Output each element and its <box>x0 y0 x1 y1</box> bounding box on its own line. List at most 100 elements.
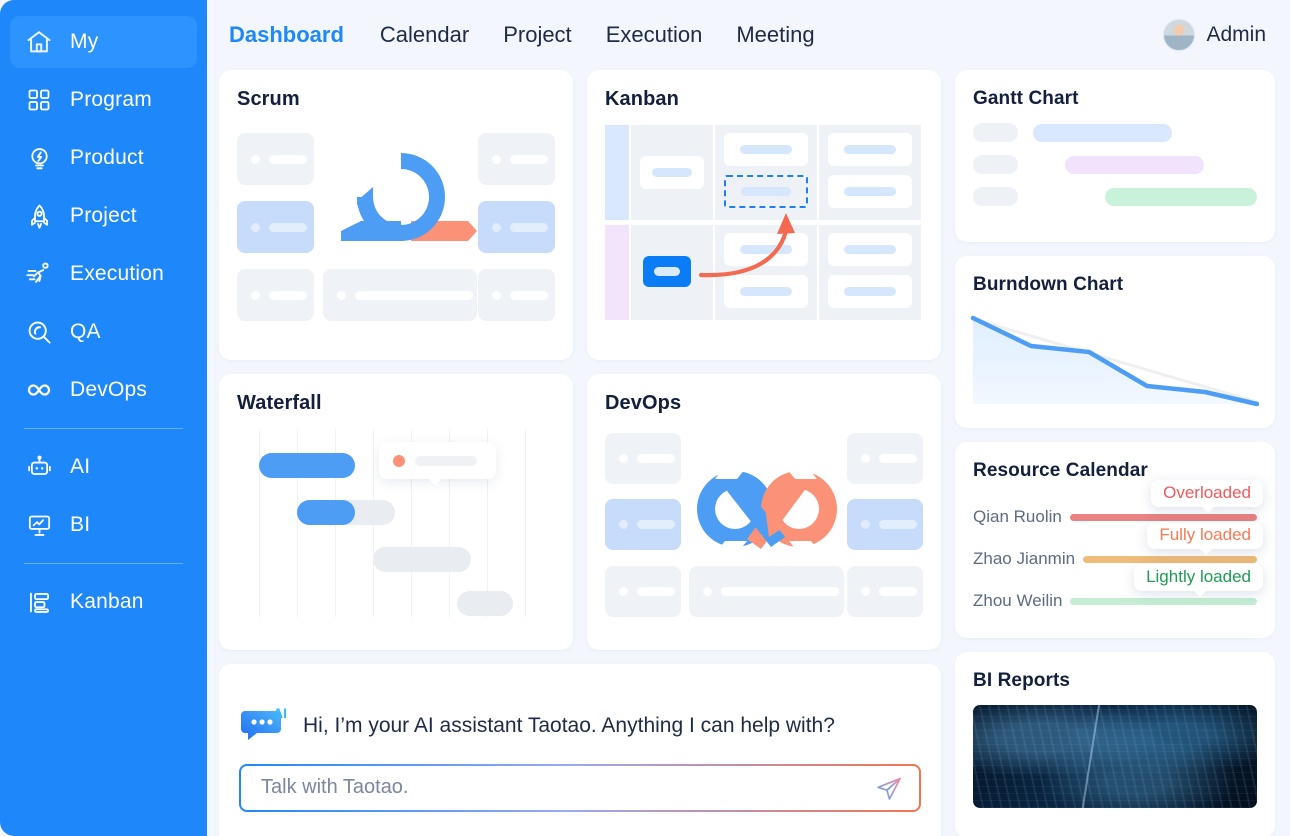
card-gantt-chart[interactable]: Gantt Chart <box>955 70 1275 242</box>
gridline <box>525 429 526 617</box>
waterfall-task-bar[interactable] <box>457 591 513 616</box>
card-resource-calendar[interactable]: Resource Calendar Qian Ruolin Overloaded… <box>955 442 1275 638</box>
kanban-column <box>631 225 713 320</box>
bar <box>415 455 477 466</box>
kanban-card[interactable] <box>724 275 808 308</box>
dot <box>251 154 260 164</box>
kanban-card[interactable] <box>640 156 704 189</box>
waterfall-task-progress <box>297 500 355 525</box>
user-menu[interactable]: Admin <box>1163 19 1270 51</box>
resource-load-bar <box>1070 597 1257 605</box>
scrum-illustration <box>237 127 555 323</box>
waterfall-tooltip <box>379 442 496 479</box>
bar <box>653 267 681 276</box>
ai-chat-input[interactable] <box>241 765 919 810</box>
sidebar-divider-2 <box>24 563 183 564</box>
resource-name: Qian Ruolin <box>973 507 1062 526</box>
placeholder-card <box>323 269 477 321</box>
sidebar-item-kanban[interactable]: Kanban <box>10 576 197 628</box>
gantt-row-label <box>973 123 1018 142</box>
right-column: Gantt Chart Burndown Chart Resource Cale… <box>955 70 1275 836</box>
sidebar-item-project[interactable]: Project <box>10 190 197 242</box>
sidebar-item-label: AI <box>70 455 91 478</box>
card-kanban[interactable]: Kanban <box>587 70 941 360</box>
kanban-drop-target[interactable] <box>724 175 808 208</box>
chart-board-icon <box>24 510 54 540</box>
kanban-card-dragging[interactable] <box>643 256 691 287</box>
infinity-icon <box>24 375 54 405</box>
gantt-rows <box>973 123 1257 206</box>
kanban-card[interactable] <box>828 275 912 308</box>
sidebar-item-product[interactable]: Product <box>10 132 197 184</box>
sidebar-item-label: My <box>70 30 99 53</box>
dot <box>251 222 260 232</box>
bar <box>721 587 839 596</box>
gantt-bar[interactable] <box>1065 155 1204 174</box>
milestone-dot-icon <box>393 454 405 467</box>
placeholder-card <box>847 566 923 617</box>
bi-dashboard-preview-image <box>973 705 1257 808</box>
dot <box>861 454 870 463</box>
kanban-card[interactable] <box>724 233 808 266</box>
kanban-card[interactable] <box>828 233 912 266</box>
resource-row: Zhou Weilin Lightly loaded <box>973 564 1263 622</box>
placeholder-card <box>478 269 555 321</box>
sidebar-item-bi[interactable]: BI <box>10 499 197 551</box>
gantt-row-label <box>973 155 1018 174</box>
placeholder-card <box>237 269 314 321</box>
card-bi-reports[interactable]: BI Reports <box>955 652 1275 836</box>
resource-load-bar <box>1083 555 1257 563</box>
dot <box>337 290 346 300</box>
placeholder-card <box>605 499 681 550</box>
card-title: DevOps <box>605 392 682 414</box>
bar <box>637 520 675 529</box>
waterfall-task-bar[interactable] <box>373 547 471 572</box>
tab-dashboard[interactable]: Dashboard <box>229 22 380 48</box>
kanban-column <box>715 125 817 220</box>
resource-name: Zhou Weilin <box>973 591 1063 610</box>
dot <box>861 520 870 529</box>
user-name: Admin <box>1206 23 1266 46</box>
kanban-card[interactable] <box>828 175 912 208</box>
placeholder-card <box>605 566 681 617</box>
bar <box>843 287 897 296</box>
placeholder-card <box>237 133 314 185</box>
kanban-illustration <box>605 125 923 325</box>
sidebar-item-qa[interactable]: QA <box>10 306 197 358</box>
bar <box>739 145 793 154</box>
sidebar-item-execution[interactable]: Execution <box>10 248 197 300</box>
resource-name: Zhao Jianmin <box>973 549 1076 568</box>
waterfall-task-bar[interactable] <box>259 453 355 478</box>
sidebar-item-label: Execution <box>70 262 165 285</box>
kanban-column <box>631 125 713 220</box>
sidebar-item-label: Project <box>70 204 137 227</box>
tab-project[interactable]: Project <box>503 22 605 48</box>
dot <box>251 290 260 300</box>
tab-calendar[interactable]: Calendar <box>380 22 503 48</box>
tab-execution[interactable]: Execution <box>606 22 737 48</box>
sidebar-item-label: Program <box>70 88 152 111</box>
card-title: Waterfall <box>237 392 322 414</box>
card-burndown-chart[interactable]: Burndown Chart <box>955 256 1275 428</box>
card-devops[interactable]: DevOps <box>587 374 941 650</box>
kanban-card[interactable] <box>724 133 808 166</box>
dashboard-grid: Scrum Kanban Waterfall DevOps AI Hi, I’m… <box>219 70 1278 836</box>
card-scrum[interactable]: Scrum <box>219 70 573 360</box>
sidebar-item-program[interactable]: Program <box>10 74 197 126</box>
gantt-bar[interactable] <box>1033 123 1172 142</box>
sidebar-item-devops[interactable]: DevOps <box>10 364 197 416</box>
gantt-row <box>973 155 1257 174</box>
tab-meeting[interactable]: Meeting <box>736 22 848 48</box>
gantt-bar[interactable] <box>1105 187 1257 206</box>
sidebar-item-my[interactable]: My <box>10 16 197 68</box>
sidebar-item-label: BI <box>70 513 91 536</box>
bar <box>739 287 793 296</box>
gridline <box>259 429 260 617</box>
bar <box>739 245 793 254</box>
kanban-card[interactable] <box>828 133 912 166</box>
send-icon[interactable] <box>875 775 903 808</box>
card-waterfall[interactable]: Waterfall <box>219 374 573 650</box>
avatar <box>1163 19 1196 51</box>
bar <box>843 187 897 196</box>
sidebar-item-ai[interactable]: AI <box>10 441 197 493</box>
